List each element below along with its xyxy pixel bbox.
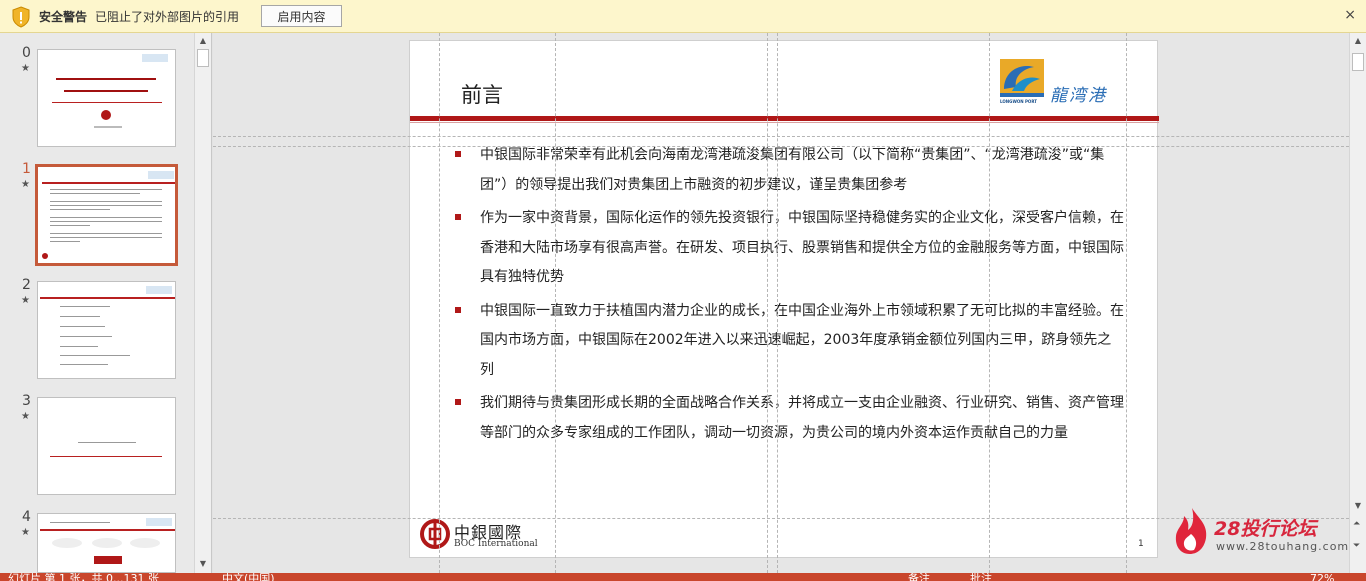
animation-star-icon: ★ xyxy=(21,63,30,74)
slide-title[interactable]: 前言 xyxy=(461,79,503,109)
animation-star-icon: ★ xyxy=(21,527,30,538)
language-status[interactable]: 中文(中国) xyxy=(222,573,275,581)
close-icon[interactable]: × xyxy=(1344,7,1356,23)
slide-1[interactable]: 前言 LONGWON PORT 龍湾港 中银国际非常荣幸有此机会向海南龙湾港疏浚… xyxy=(409,40,1159,558)
slide-preview xyxy=(37,513,176,573)
title-divider-thin xyxy=(410,122,1159,123)
watermark-url: www.28touhang.com xyxy=(1216,540,1350,553)
slide-page-number: 1 xyxy=(1138,539,1144,549)
boc-english-name: BOC International xyxy=(454,539,538,549)
thumbnail-scrollbar[interactable]: ▲ ▼ xyxy=(194,33,211,573)
security-warning-title: 安全警告 xyxy=(39,9,88,24)
slide-preview xyxy=(37,49,176,147)
scroll-down-icon[interactable]: ▼ xyxy=(195,557,211,571)
scroll-up-icon[interactable]: ▲ xyxy=(1350,34,1366,48)
slide-number: 3 xyxy=(22,393,31,409)
boc-logo-icon xyxy=(420,519,450,549)
slide-number: 1 xyxy=(22,161,31,177)
guide-line-vertical[interactable] xyxy=(989,33,990,573)
scrollbar-thumb[interactable] xyxy=(197,49,209,67)
status-bar: 幻灯片 第 1 张，共 0...131 张 中文(中国) 备注 批注 72% xyxy=(0,573,1366,581)
flame-icon xyxy=(1175,508,1207,554)
shield-warning-icon xyxy=(11,6,31,28)
scroll-up-icon[interactable]: ▲ xyxy=(195,34,211,48)
guide-line-vertical[interactable] xyxy=(767,33,768,573)
guide-line-vertical[interactable] xyxy=(555,33,556,573)
logo-chinese-text: 龍湾港 xyxy=(1050,86,1107,106)
notes-button[interactable]: 备注 xyxy=(908,573,930,581)
animation-star-icon: ★ xyxy=(21,411,30,422)
longwan-port-logo: LONGWON PORT 龍湾港 xyxy=(1000,59,1125,107)
title-divider xyxy=(410,116,1159,121)
forum-watermark: 28投行论坛 www.28touhang.com xyxy=(1170,506,1348,558)
guide-line-vertical[interactable] xyxy=(777,33,778,573)
slide-preview xyxy=(37,281,176,379)
scrollbar-thumb[interactable] xyxy=(1352,53,1364,71)
security-warning-message: 已阻止了对外部图片的引用 xyxy=(95,9,240,24)
slide-thumbnail-pane[interactable]: 0 ★ 1 ★ 2 ★ 3 ★ 4 ★ ▲ ▼ xyxy=(0,33,212,573)
slide-number: 4 xyxy=(22,509,31,525)
zoom-level[interactable]: 72% xyxy=(1310,573,1334,581)
next-slide-icon[interactable]: ⏷ xyxy=(1353,541,1360,551)
boc-international-logo: 中銀國際 BOC International xyxy=(420,517,540,553)
guide-line-vertical[interactable] xyxy=(1126,33,1127,573)
slide-preview xyxy=(35,164,178,266)
scroll-down-icon[interactable]: ▼ xyxy=(1350,499,1366,513)
guide-line-horizontal[interactable] xyxy=(213,146,1349,147)
animation-star-icon: ★ xyxy=(21,295,30,306)
slide-number: 2 xyxy=(22,277,31,293)
slide-number: 0 xyxy=(22,45,31,61)
guide-line-vertical[interactable] xyxy=(439,33,440,573)
enable-content-button[interactable]: 启用内容 xyxy=(261,5,343,27)
watermark-title: 28投行论坛 xyxy=(1214,518,1317,540)
slide-count-status: 幻灯片 第 1 张，共 0...131 张 xyxy=(8,573,159,581)
security-warning-bar: 安全警告 已阻止了对外部图片的引用 启用内容 × xyxy=(0,0,1366,33)
longwan-logo-icon xyxy=(1000,59,1044,97)
slide-preview xyxy=(37,397,176,495)
comments-button[interactable]: 批注 xyxy=(970,573,992,581)
previous-slide-icon[interactable]: ⏶ xyxy=(1353,519,1360,529)
canvas-vertical-scrollbar[interactable]: ▲ ▼ ⏶ ⏷ xyxy=(1349,33,1366,573)
logo-english-text: LONGWON PORT xyxy=(1000,99,1037,104)
animation-star-icon: ★ xyxy=(21,179,30,190)
guide-line-horizontal[interactable] xyxy=(213,136,1349,137)
